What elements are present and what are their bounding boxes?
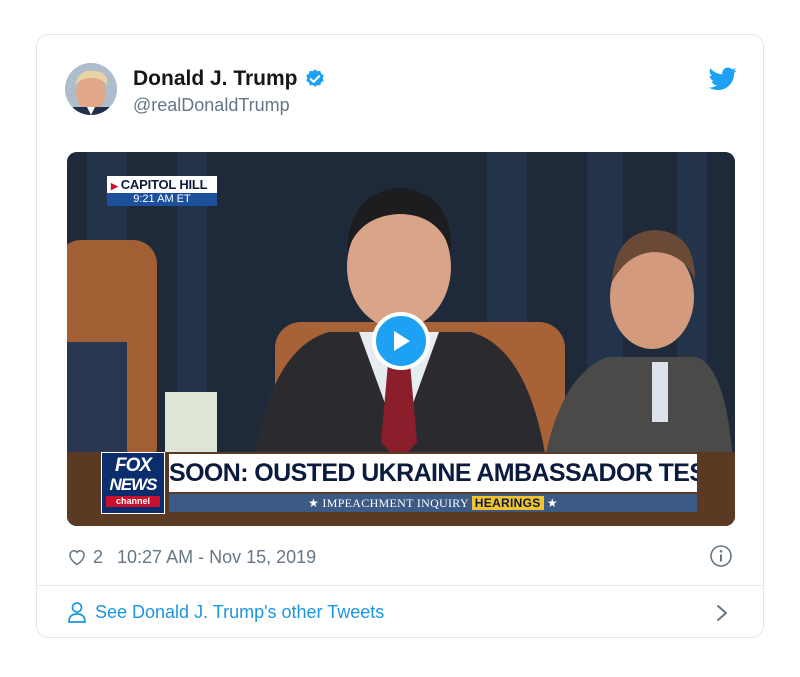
verified-badge-icon <box>305 69 324 87</box>
other-tweets-label[interactable]: See Donald J. Trump's other Tweets <box>95 602 384 623</box>
divider <box>37 585 763 586</box>
location-label: CAPITOL HILL <box>107 176 217 193</box>
network-logo-line1: FOX <box>114 455 152 476</box>
chyron-headline: SOON: OUSTED UKRAINE AMBASSADOR TESTIFIE… <box>169 454 697 492</box>
author-name[interactable]: Donald J. Trump <box>133 67 298 91</box>
network-logo-line2: NEWS <box>109 475 158 494</box>
chyron-subline: ★ IMPEACHMENT INQUIRY HEARINGS ★ <box>169 494 697 512</box>
heart-icon[interactable] <box>67 547 87 567</box>
author-handle[interactable]: @realDonaldTrump <box>133 95 290 116</box>
other-tweets-link[interactable]: See Donald J. Trump's other Tweets <box>67 600 384 624</box>
location-bug: CAPITOL HILL 9:21 AM ET <box>107 176 217 206</box>
tweet-meta: 2 10:27 AM - Nov 15, 2019 <box>67 545 316 569</box>
chyron-star: ★ <box>546 496 558 510</box>
play-button[interactable] <box>372 312 430 370</box>
author-name-row[interactable]: Donald J. Trump <box>133 67 326 91</box>
time-label: 9:21 AM ET <box>107 193 217 206</box>
like-count[interactable]: 2 <box>93 547 103 568</box>
network-logo: FOX NEWS channel <box>101 452 165 514</box>
info-icon[interactable] <box>709 544 733 568</box>
chyron-subline-text: ★ IMPEACHMENT INQUIRY <box>308 496 469 510</box>
play-icon <box>394 331 410 351</box>
chevron-right-icon[interactable] <box>715 603 729 623</box>
news-chyron: FOX NEWS channel SOON: OUSTED UKRAINE AM… <box>101 452 735 514</box>
person-icon <box>68 602 86 623</box>
network-logo-line3: channel <box>106 496 160 507</box>
tweet-embed-card: Donald J. Trump @realDonaldTrump ▶ CAPIT… <box>36 34 764 638</box>
video-player[interactable]: CAPITOL HILL 9:21 AM ET FOX NEWS channel… <box>67 152 735 526</box>
avatar[interactable] <box>65 63 117 115</box>
tweet-header: Donald J. Trump @realDonaldTrump <box>65 63 737 119</box>
chyron-highlight: HEARINGS <box>471 496 544 510</box>
twitter-bird-icon[interactable] <box>709 67 737 91</box>
tweet-timestamp[interactable]: 10:27 AM - Nov 15, 2019 <box>117 547 316 568</box>
